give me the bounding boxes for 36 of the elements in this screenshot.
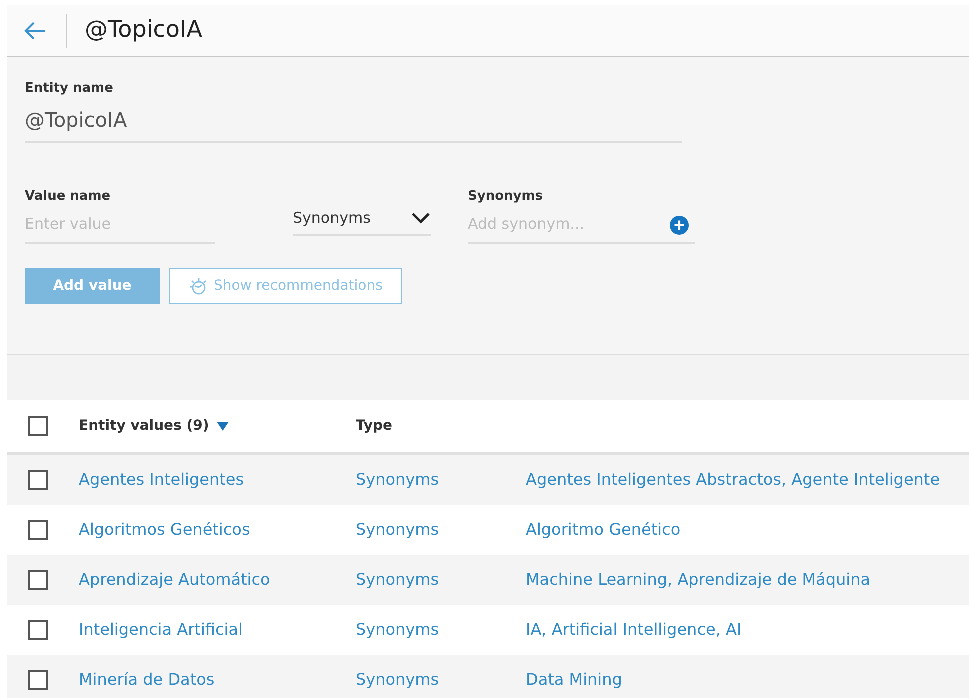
select-all-checkbox[interactable] bbox=[28, 416, 48, 436]
value-link[interactable]: Algoritmos Genéticos bbox=[79, 520, 250, 539]
type-link[interactable]: Synonyms bbox=[356, 520, 440, 539]
type-dropdown[interactable]: Synonyms bbox=[293, 206, 431, 236]
page-title: @TopicoIA bbox=[85, 16, 202, 46]
field-label: Synonyms bbox=[468, 188, 544, 206]
synonym-list-link[interactable]: Agentes Inteligentes Abstractos, Agente Inteligente bbox=[526, 470, 940, 489]
row-checkbox[interactable] bbox=[28, 670, 48, 690]
back-arrow-icon[interactable] bbox=[24, 22, 46, 40]
synonym-list-link[interactable]: IA, Artificial Intelligence, AI bbox=[526, 620, 742, 639]
synonym-list-link[interactable]: Machine Learning, Aprendizaje de Máquina bbox=[526, 570, 871, 589]
value-name-field[interactable]: Enter value bbox=[25, 210, 215, 244]
value-link[interactable]: Inteligencia Artificial bbox=[79, 620, 243, 639]
synonym-list-link[interactable]: Data Mining bbox=[526, 670, 622, 689]
synonym-list-link[interactable]: Algoritmo Genético bbox=[526, 520, 681, 539]
value-link[interactable]: Minería de Datos bbox=[79, 670, 215, 689]
field-label: Entity name bbox=[25, 80, 114, 98]
value-link[interactable]: Agentes Inteligentes bbox=[79, 470, 244, 489]
type-link[interactable]: Synonyms bbox=[356, 620, 440, 639]
add-icon[interactable] bbox=[670, 216, 689, 235]
bulb-icon bbox=[188, 276, 208, 296]
entity-name-field[interactable]: @TopicoIA bbox=[25, 102, 682, 142]
type-link[interactable]: Synonyms bbox=[356, 470, 440, 489]
type-link[interactable]: Synonyms bbox=[356, 670, 440, 689]
row-checkbox[interactable] bbox=[28, 470, 48, 490]
column-header[interactable]: Entity values (9) bbox=[79, 416, 210, 436]
sort-down-icon[interactable] bbox=[217, 422, 230, 430]
row-checkbox[interactable] bbox=[28, 620, 48, 640]
show-recommendations-button[interactable]: Show recommendations bbox=[169, 268, 402, 304]
column-header[interactable]: Type bbox=[356, 416, 393, 436]
field-label: Value name bbox=[25, 188, 111, 206]
type-link[interactable]: Synonyms bbox=[356, 570, 440, 589]
chevron-down-icon bbox=[411, 212, 431, 224]
row-checkbox[interactable] bbox=[28, 520, 48, 540]
row-checkbox[interactable] bbox=[28, 570, 48, 590]
value-link[interactable]: Aprendizaje Automático bbox=[79, 570, 270, 589]
